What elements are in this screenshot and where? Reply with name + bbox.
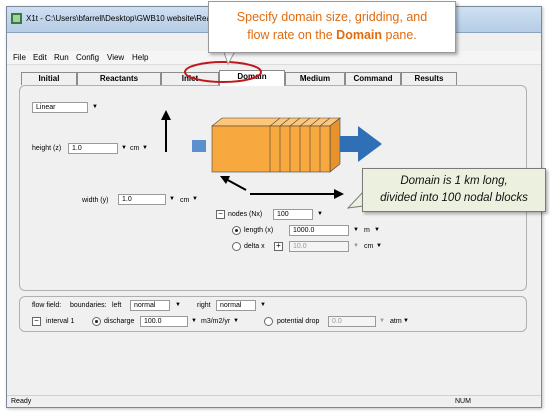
tab-bar: Initial Reactants Inlet Domain Medium Co… <box>21 70 521 86</box>
menu-config[interactable]: Config <box>76 53 99 62</box>
chevron-down-icon[interactable]: ▼ <box>233 317 239 326</box>
app-icon <box>11 13 22 24</box>
width-input[interactable]: 1.0 <box>118 194 166 205</box>
width-arrow-icon <box>220 176 247 191</box>
delta-x-label: delta x <box>244 243 265 250</box>
domain-blocks-icon <box>211 117 341 173</box>
callout-bold: Domain <box>336 28 383 42</box>
chevron-down-icon[interactable]: ▼ <box>260 301 266 310</box>
length-arrow-icon <box>250 189 344 199</box>
menu-run[interactable]: Run <box>54 53 69 62</box>
chevron-down-icon[interactable]: ▼ <box>403 317 409 326</box>
chevron-down-icon[interactable]: ▼ <box>175 301 181 310</box>
menu-help[interactable]: Help <box>132 53 148 62</box>
tab-initial[interactable]: Initial <box>21 72 77 85</box>
geometry-select[interactable]: Linear <box>32 102 88 113</box>
chevron-down-icon[interactable]: ▼ <box>374 226 380 235</box>
interval-label: interval 1 <box>46 318 75 325</box>
interval-collapse-toggle[interactable]: − <box>32 317 41 326</box>
discharge-radio[interactable] <box>92 317 101 326</box>
nodes-collapse-toggle[interactable]: − <box>216 210 225 219</box>
delta-x-radio[interactable] <box>232 242 241 251</box>
discharge-input[interactable]: 100.0 <box>140 316 188 327</box>
delta-x-input[interactable]: 10.0 <box>289 241 349 252</box>
info-line-1: Domain is 1 km long, <box>400 175 508 187</box>
chevron-down-icon[interactable]: ▼ <box>353 226 359 235</box>
delta-expand-toggle[interactable]: + <box>274 242 283 251</box>
width-label: width (y) <box>82 197 109 204</box>
num-lock-indicator: NUM <box>455 398 471 405</box>
tab-command[interactable]: Command <box>345 72 401 85</box>
flow-arrow-icon <box>340 126 382 162</box>
chevron-down-icon[interactable]: ▼ <box>92 103 98 112</box>
callout-line-1: Specify domain size, gridding, and <box>236 10 428 24</box>
right-boundary-select[interactable]: normal <box>216 300 256 311</box>
length-label: length (x) <box>244 227 274 234</box>
chevron-down-icon[interactable]: ▼ <box>376 242 382 251</box>
nodes-input[interactable]: 100 <box>273 209 313 220</box>
tab-medium[interactable]: Medium <box>285 72 345 85</box>
status-text: Ready <box>11 398 32 405</box>
domain-tab-callout: Specify domain size, gridding, and flow … <box>208 1 456 53</box>
length-radio[interactable] <box>232 226 241 235</box>
boundaries-label: boundaries: <box>70 302 107 309</box>
height-label: height (z) <box>32 145 62 152</box>
length-unit: m <box>364 227 370 234</box>
chevron-down-icon[interactable]: ▼ <box>191 317 197 326</box>
right-boundary-label: right <box>197 302 211 309</box>
callout-line-2: flow rate on the Domain pane. <box>247 28 417 42</box>
menu-edit[interactable]: Edit <box>33 53 47 62</box>
tab-reactants[interactable]: Reactants <box>77 72 161 85</box>
menu-file[interactable]: File <box>13 53 26 62</box>
discharge-unit: m3/m2/yr <box>201 318 231 325</box>
chevron-down-icon[interactable]: ▼ <box>353 242 359 251</box>
height-unit: cm <box>130 145 140 152</box>
chevron-down-icon[interactable]: ▼ <box>379 317 385 326</box>
menu-view[interactable]: View <box>107 53 124 62</box>
delta-x-unit: cm <box>364 243 374 250</box>
flow-panel: flow field: boundaries: left normal ▼ ri… <box>19 296 527 332</box>
status-bar: Ready NUM <box>7 395 541 407</box>
potential-drop-input[interactable]: 0.0 <box>328 316 376 327</box>
info-line-2: divided into 100 nodal blocks <box>380 192 528 204</box>
length-input[interactable]: 1000.0 <box>289 225 349 236</box>
window-title: X1t - C:\Users\bfarrell\Desktop\GWB10 we… <box>26 14 228 23</box>
chevron-down-icon[interactable]: ▼ <box>142 144 148 153</box>
left-boundary-label: left <box>112 302 122 309</box>
left-boundary-select[interactable]: normal <box>130 300 170 311</box>
nodes-label: nodes (Nx) <box>228 211 263 218</box>
potential-drop-unit: atm <box>390 318 402 325</box>
domain-info-callout: Domain is 1 km long, divided into 100 no… <box>362 168 546 212</box>
chevron-down-icon[interactable]: ▼ <box>317 210 323 219</box>
tab-results[interactable]: Results <box>401 72 457 85</box>
flow-field-label: flow field: <box>32 302 62 309</box>
menu-bar: File Edit Run Config View Help <box>7 51 541 65</box>
potential-drop-label: potential drop <box>277 318 320 325</box>
potential-drop-radio[interactable] <box>264 317 273 326</box>
discharge-label: discharge <box>104 318 135 325</box>
chevron-down-icon[interactable]: ▼ <box>121 144 127 153</box>
height-arrow-icon <box>161 110 171 152</box>
height-input[interactable]: 1.0 <box>68 143 118 154</box>
